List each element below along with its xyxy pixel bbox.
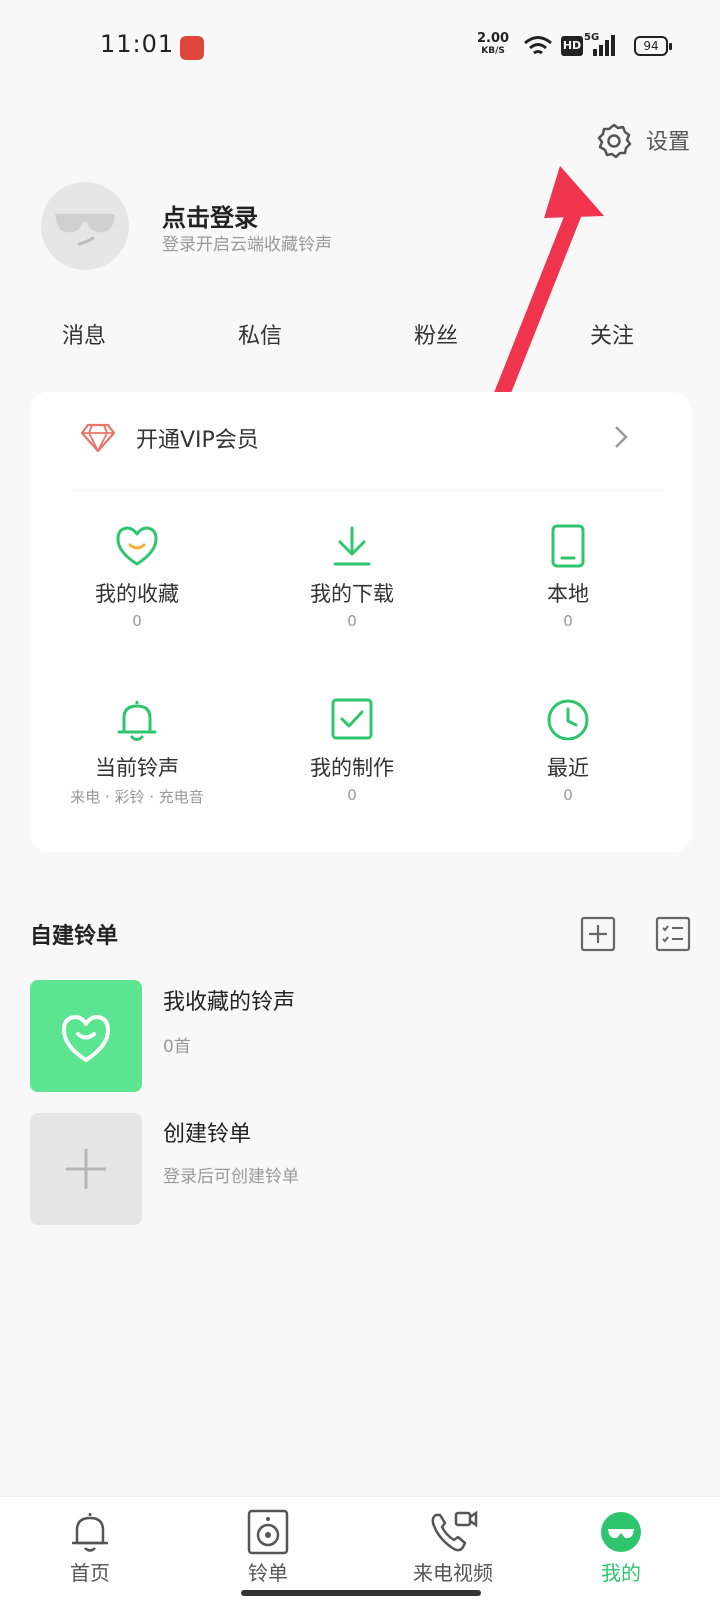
grid-count: 0 (347, 786, 357, 804)
plus-icon (66, 1149, 106, 1189)
bottom-nav: 首页 铃单 来电视频 我的 (0, 1496, 720, 1601)
settings-button[interactable]: 设置 (646, 124, 690, 156)
diamond-icon (80, 423, 116, 453)
network-speed-unit: KB/S (481, 46, 505, 56)
grid-count: 0 (563, 612, 573, 630)
playlist-thumbnail-favorites[interactable] (30, 980, 142, 1092)
section-title: 自建铃单 (30, 924, 119, 949)
nav-label: 首页 (70, 1561, 110, 1585)
app-notification-icon (180, 36, 204, 60)
stats-row: 消息 私信 粉丝 关注 (0, 318, 720, 354)
sunglasses-avatar-icon (55, 214, 115, 246)
signal-icon (593, 35, 615, 56)
stat-private-messages[interactable]: 私信 (238, 318, 282, 350)
bell-outline-icon (72, 1513, 108, 1552)
divider (72, 490, 662, 491)
grid-item-my-creations[interactable]: 我的制作 0 (252, 698, 452, 804)
login-title[interactable]: 点击登录 (162, 198, 258, 233)
heart-smile-icon (62, 1015, 110, 1062)
grid-label: 我的制作 (310, 756, 394, 780)
avatar-icon (601, 1512, 641, 1552)
grid-label: 我的下载 (310, 582, 394, 606)
nav-call-video[interactable]: 来电视频 (388, 1509, 518, 1586)
phone-video-icon (431, 1510, 478, 1552)
stat-fans[interactable]: 粉丝 (414, 318, 458, 350)
vip-label: 开通VIP会员 (136, 428, 259, 453)
create-playlist-thumbnail[interactable] (30, 1113, 142, 1225)
stat-following[interactable]: 关注 (590, 318, 634, 350)
stat-messages[interactable]: 消息 (62, 318, 106, 350)
phone-local-icon (551, 524, 585, 568)
nav-home[interactable]: 首页 (35, 1509, 145, 1586)
vip-row[interactable]: 开通VIP会员 (30, 392, 691, 492)
grid-count: 0 (563, 786, 573, 804)
nav-playlists[interactable]: 铃单 (213, 1509, 323, 1586)
bell-icon (117, 701, 157, 741)
grid-item-downloads[interactable]: 我的下载 0 (252, 524, 452, 630)
features-card: 开通VIP会员 我的收藏 0 我的下载 0 本地 0 当前铃声 来电 · 彩铃 … (30, 392, 691, 852)
add-playlist-icon[interactable] (580, 916, 616, 952)
nav-label: 来电视频 (413, 1561, 493, 1585)
playlist-title[interactable]: 我收藏的铃声 (163, 984, 295, 1016)
chevron-right-icon (615, 426, 628, 448)
avatar[interactable] (41, 182, 129, 270)
heart-smile-icon (116, 526, 158, 566)
network-speed: 2.00 KB/S (477, 32, 509, 58)
speaker-icon (247, 1509, 289, 1555)
grid-item-recent[interactable]: 最近 0 (468, 698, 668, 804)
grid-label: 当前铃声 (95, 756, 179, 780)
grid-item-favorites[interactable]: 我的收藏 0 (37, 524, 237, 630)
grid-label: 最近 (547, 756, 589, 780)
manage-playlist-icon[interactable] (655, 916, 691, 952)
nav-label: 我的 (601, 1561, 641, 1585)
network-speed-value: 2.00 (477, 31, 510, 46)
checkbox-icon (331, 698, 373, 740)
home-indicator[interactable] (241, 1590, 481, 1596)
hd-badge: HD (561, 36, 583, 56)
wifi-icon (524, 36, 552, 55)
grid-count: 0 (347, 612, 357, 630)
grid-item-current-ringtone[interactable]: 当前铃声 来电 · 彩铃 · 充电音 (37, 698, 237, 807)
grid-item-local[interactable]: 本地 0 (468, 524, 668, 630)
gear-icon[interactable] (596, 123, 632, 159)
status-time: 11:01 (100, 30, 175, 58)
clock-icon (547, 699, 589, 741)
playlist-title[interactable]: 创建铃单 (163, 1116, 251, 1148)
nav-label: 铃单 (248, 1561, 288, 1585)
grid-count: 0 (132, 612, 142, 630)
nav-mine[interactable]: 我的 (566, 1509, 676, 1586)
login-subtitle: 登录开启云端收藏铃声 (162, 235, 332, 255)
download-icon (333, 526, 371, 566)
grid-count: 来电 · 彩铃 · 充电音 (70, 788, 204, 806)
playlist-subtitle: 0首 (163, 1037, 191, 1057)
battery-icon: 94 (634, 36, 672, 56)
grid-label: 本地 (547, 582, 589, 606)
playlist-subtitle: 登录后可创建铃单 (163, 1167, 299, 1187)
grid-label: 我的收藏 (95, 582, 179, 606)
